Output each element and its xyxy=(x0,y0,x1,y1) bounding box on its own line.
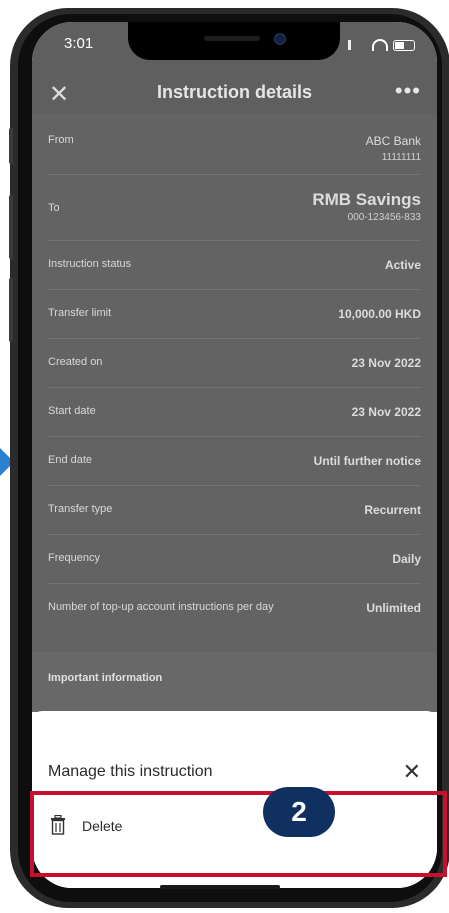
detail-label: End date xyxy=(48,454,93,466)
important-info-section[interactable]: Important information xyxy=(32,652,437,712)
detail-label: Number of top-up account instructions pe… xyxy=(48,601,274,613)
detail-label: Instruction status xyxy=(48,258,132,270)
detail-value: Until further notice xyxy=(313,454,421,468)
detail-row-limit: Transfer limit 10,000.00 HKD xyxy=(48,289,421,339)
detail-row-status: Instruction status Active xyxy=(48,240,421,290)
detail-label: Frequency xyxy=(48,552,100,564)
volume-down-button xyxy=(9,278,13,342)
page-title: Instruction details xyxy=(156,82,313,102)
detail-row-created: Created on 23 Nov 2022 xyxy=(48,338,421,388)
sheet-heading: Manage this instruction xyxy=(48,763,213,780)
detail-row-topup: Number of top-up account instructions pe… xyxy=(48,583,421,652)
details-list: From ABC Bank 11111111 To RMB Savings 00… xyxy=(32,114,437,652)
sheet-close-icon[interactable]: ✕ xyxy=(403,759,421,785)
detail-label: Transfer limit xyxy=(48,307,112,319)
more-options-icon[interactable]: ••• xyxy=(395,78,421,104)
detail-sub: 000-123456-833 xyxy=(347,212,421,223)
camera-icon xyxy=(274,33,286,45)
detail-value: Active xyxy=(384,258,421,272)
important-info-label: Important information xyxy=(48,672,163,684)
detail-label: To xyxy=(48,202,60,214)
volume-up-button xyxy=(9,195,13,259)
phone-screen: 3:01 ✕ Instruction details ••• From ABC … xyxy=(32,22,437,888)
status-icons xyxy=(348,39,415,51)
signal-icon xyxy=(348,40,367,50)
highlight-box xyxy=(30,791,447,877)
home-indicator xyxy=(160,885,280,889)
detail-value: ABC Bank xyxy=(365,134,421,148)
detail-value: Recurrent xyxy=(364,503,421,517)
notch xyxy=(128,22,340,60)
step-badge: 2 xyxy=(263,787,335,837)
status-bar: 3:01 xyxy=(32,22,437,72)
detail-row-end: End date Until further notice xyxy=(48,436,421,486)
detail-label: Transfer type xyxy=(48,503,113,515)
detail-value: 10,000.00 HKD xyxy=(338,307,421,321)
detail-row-frequency: Frequency Daily xyxy=(48,534,421,584)
detail-row-to: To RMB Savings 000-123456-833 xyxy=(48,174,421,241)
mute-switch xyxy=(9,128,13,164)
detail-sub: 11111111 xyxy=(381,152,421,163)
detail-row-start: Start date 23 Nov 2022 xyxy=(48,387,421,437)
detail-value: 23 Nov 2022 xyxy=(351,405,421,419)
detail-label: Created on xyxy=(48,356,103,368)
detail-value: 23 Nov 2022 xyxy=(351,356,421,370)
wifi-icon xyxy=(372,39,388,51)
detail-label: Start date xyxy=(48,405,96,417)
detail-value: RMB Savings xyxy=(312,190,421,209)
detail-value: Unlimited xyxy=(366,601,421,615)
battery-icon xyxy=(393,39,415,51)
detail-label: From xyxy=(48,134,74,146)
detail-value: Daily xyxy=(392,552,421,566)
status-time: 3:01 xyxy=(64,35,94,52)
detail-row-from: From ABC Bank 11111111 xyxy=(48,114,421,175)
speaker xyxy=(204,36,260,41)
detail-row-type: Transfer type Recurrent xyxy=(48,485,421,535)
